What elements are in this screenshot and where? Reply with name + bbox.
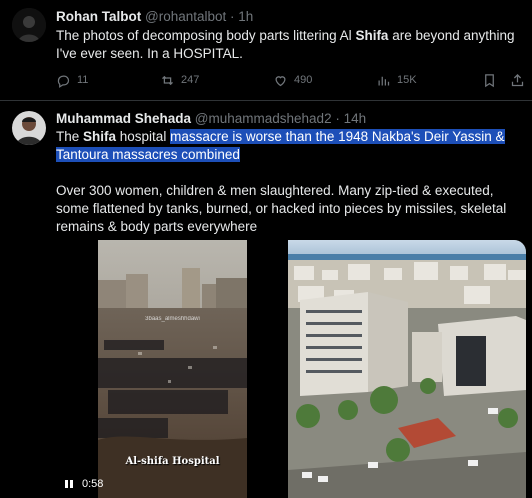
play-icon[interactable] — [64, 479, 74, 489]
tweet-paragraph: Over 300 women, children & men slaughter… — [56, 183, 507, 234]
author-handle[interactable]: @rohantalbot — [145, 9, 226, 24]
tweet-text: The photos of decomposing body parts lit… — [56, 28, 515, 61]
media-grid: 3baas_almeshhdawi Al-shifa Hospital 0:58 — [56, 240, 526, 498]
video-player[interactable]: 3baas_almeshhdawi Al-shifa Hospital 0:58 — [56, 240, 282, 498]
action-bar: 11 247 490 15K — [56, 70, 525, 90]
reply-button[interactable]: 11 — [56, 70, 88, 90]
like-button[interactable]: 490 — [273, 70, 312, 90]
views-button[interactable]: 15K — [376, 70, 417, 90]
tweet-rohan[interactable]: Rohan Talbot @rohantalbot · 1h The photo… — [0, 0, 532, 100]
author-name[interactable]: Muhammad Shehada — [56, 111, 191, 126]
video-duration-badge: 0:58 — [64, 478, 103, 490]
repost-button[interactable]: 247 — [160, 70, 199, 90]
avatar[interactable] — [12, 111, 46, 145]
reply-icon — [57, 75, 70, 88]
video-caption: Al-shifa Hospital — [125, 456, 220, 467]
tweet-header: Rohan Talbot @rohantalbot · 1h — [56, 9, 253, 24]
bookmark-icon — [485, 73, 494, 87]
text-selection: massacre is worse than the 1948 Nakba's … — [170, 129, 505, 144]
tweet-header: Muhammad Shehada @muhammadshehad2 · 14h — [56, 111, 366, 126]
author-handle[interactable]: @muhammadshehad2 — [195, 111, 332, 126]
author-name[interactable]: Rohan Talbot — [56, 9, 141, 24]
hospital-aerial-photo[interactable] — [288, 240, 526, 498]
like-icon — [275, 75, 286, 86]
tweet-text: The Shifa hospital massacre is worse tha… — [56, 128, 526, 236]
tweet-muhammad[interactable]: Muhammad Shehada @muhammadshehad2 · 14h … — [0, 101, 532, 498]
text-selection: Tantoura massacres combined — [56, 147, 240, 162]
views-icon — [378, 76, 390, 85]
timestamp[interactable]: · 14h — [335, 111, 366, 126]
timestamp[interactable]: · 1h — [230, 9, 253, 24]
repost-icon — [162, 75, 173, 85]
share-icon — [511, 73, 524, 86]
avatar[interactable] — [12, 8, 46, 42]
share-button[interactable] — [510, 70, 525, 90]
bookmark-button[interactable] — [482, 70, 497, 90]
video-watermark: 3baas_almeshhdawi — [145, 316, 200, 322]
